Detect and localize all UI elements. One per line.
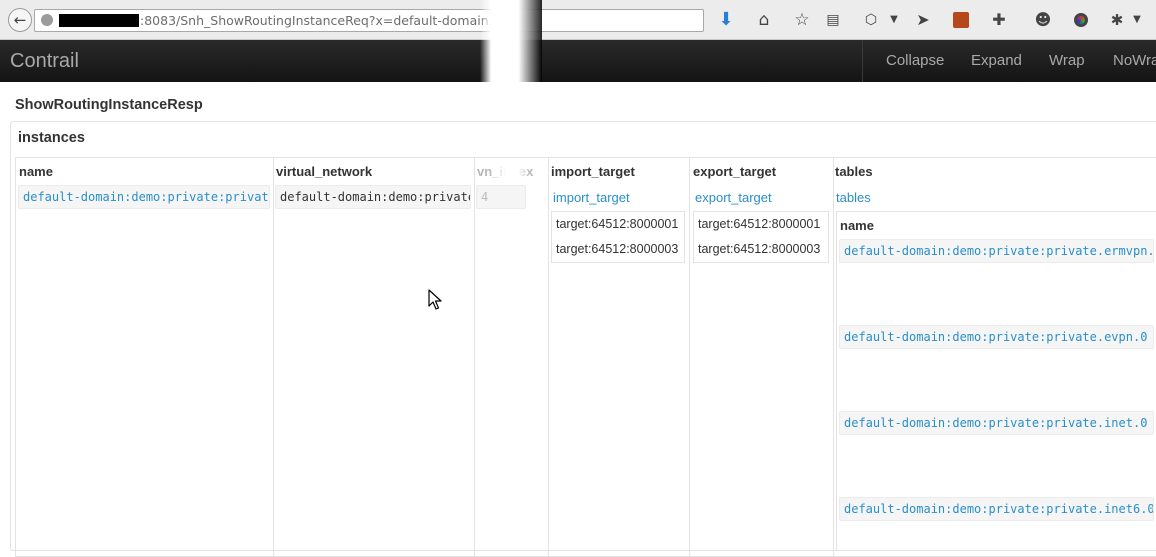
chevron-down-icon[interactable]: ▼ <box>883 9 905 31</box>
import-target-item: target:64512:8000001 <box>556 217 679 231</box>
send-icon[interactable]: ➤ <box>912 9 934 31</box>
menu-chevron-icon[interactable]: ▼ <box>1126 9 1148 31</box>
globe-icon <box>41 14 53 26</box>
collapse-button[interactable]: Collapse <box>886 40 944 82</box>
nav-divider <box>862 40 863 82</box>
import-target-item: target:64512:8000003 <box>556 242 679 256</box>
wrap-button[interactable]: Wrap <box>1049 40 1085 82</box>
back-arrow-icon: ← <box>13 10 27 29</box>
extension-icon[interactable]: ✱ <box>1106 9 1128 31</box>
table-name-link[interactable]: default-domain:demo:private:private.evpn… <box>839 325 1154 349</box>
expand-button[interactable]: Expand <box>971 40 1022 82</box>
occlusion-mask <box>490 160 530 180</box>
tables-link[interactable]: tables <box>836 190 871 205</box>
mouse-cursor-icon <box>428 289 442 310</box>
download-icon[interactable]: ⬇ <box>715 9 737 31</box>
url-bar[interactable]: :8083/Snh_ShowRoutingInstanceReq?x=defau… <box>34 9 704 32</box>
header-export-target: export_target <box>693 164 777 179</box>
section-title: instances <box>18 130 85 146</box>
column-name <box>15 157 274 557</box>
browser-toolbar: ← :8083/Snh_ShowRoutingInstanceReq?x=def… <box>0 0 1156 40</box>
table-name-link[interactable]: default-domain:demo:private:private.inet… <box>839 411 1154 435</box>
addon-icon[interactable] <box>950 9 972 31</box>
tables-sub-header: name <box>840 218 874 233</box>
response-title: ShowRoutingInstanceResp <box>15 97 203 113</box>
header-tables: tables <box>835 164 873 179</box>
occlusion-band <box>480 0 542 82</box>
brand-title[interactable]: Contrail <box>10 40 79 82</box>
virtual-network-value: default-domain:demo:private <box>275 185 471 209</box>
circle-icon[interactable] <box>1070 9 1092 31</box>
pocket-icon[interactable]: ⬡ <box>860 9 882 31</box>
app-navbar: Contrail Collapse Expand Wrap NoWra <box>0 40 1156 82</box>
home-icon[interactable]: ⌂ <box>753 9 775 31</box>
header-virtual-network: virtual_network <box>276 164 373 179</box>
table-name-link[interactable]: default-domain:demo:private:private.inet… <box>839 497 1154 521</box>
column-vn-index <box>474 157 549 557</box>
column-virtual-network <box>273 157 475 557</box>
header-import-target: import_target <box>551 164 635 179</box>
reader-icon[interactable]: ▤ <box>822 9 844 31</box>
star-icon[interactable]: ☆ <box>791 9 813 31</box>
url-text: :8083/Snh_ShowRoutingInstanceReq?x=defau… <box>140 13 509 28</box>
export-target-item: target:64512:8000003 <box>698 242 821 256</box>
redacted-host <box>59 14 139 27</box>
nowrap-button[interactable]: NoWra <box>1113 40 1156 82</box>
instance-name-link[interactable]: default-domain:demo:private:private <box>18 185 270 209</box>
vn-index-value: 4 <box>476 185 526 209</box>
back-button[interactable]: ← <box>8 8 32 32</box>
chat-icon[interactable]: ☻ <box>1032 9 1054 31</box>
import-target-link[interactable]: import_target <box>553 190 630 205</box>
export-target-link[interactable]: export_target <box>695 190 772 205</box>
table-name-link[interactable]: default-domain:demo:private:private.ermv… <box>839 239 1154 263</box>
header-name: name <box>19 164 53 179</box>
export-target-item: target:64512:8000001 <box>698 217 821 231</box>
puzzle-icon[interactable]: ✚ <box>988 9 1010 31</box>
